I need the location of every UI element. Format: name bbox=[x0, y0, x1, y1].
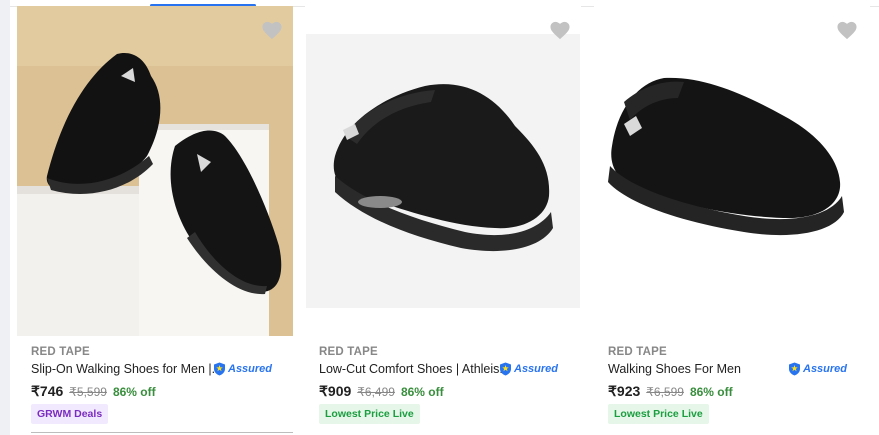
assured-badge: Assured bbox=[788, 362, 847, 376]
assured-badge: Assured bbox=[499, 362, 558, 376]
discount-label: 86% off bbox=[689, 385, 733, 399]
assured-badge: Assured bbox=[213, 362, 272, 376]
assured-label: Assured bbox=[514, 363, 559, 375]
product-image[interactable] bbox=[305, 6, 581, 336]
discount-label: 86% off bbox=[400, 385, 444, 399]
product-card[interactable]: RED TAPE Walking Shoes For Men Assured ₹… bbox=[594, 6, 879, 435]
original-price: ₹5,599 bbox=[69, 385, 107, 399]
heart-icon[interactable] bbox=[836, 20, 858, 40]
product-image[interactable] bbox=[594, 6, 870, 336]
selling-price: ₹746 bbox=[31, 383, 64, 399]
product-brand: RED TAPE bbox=[319, 346, 378, 358]
heart-icon[interactable] bbox=[261, 20, 283, 40]
card-underline bbox=[31, 432, 293, 433]
left-gutter bbox=[0, 0, 10, 435]
shield-icon bbox=[214, 362, 225, 376]
original-price: ₹6,499 bbox=[357, 385, 395, 399]
shield-icon bbox=[500, 362, 511, 376]
price-row: ₹923 ₹6,599 86% off bbox=[608, 383, 733, 400]
product-photo bbox=[305, 6, 581, 336]
product-card[interactable]: RED TAPE Low-Cut Comfort Shoes | Athleis… bbox=[305, 6, 590, 435]
product-title[interactable]: Low-Cut Comfort Shoes | Athleis... bbox=[319, 362, 510, 376]
selling-price: ₹909 bbox=[319, 383, 352, 399]
offer-badge: Lowest Price Live bbox=[608, 404, 709, 424]
product-title[interactable]: Slip-On Walking Shoes for Men |... bbox=[31, 362, 222, 376]
heart-icon[interactable] bbox=[549, 20, 571, 40]
offer-badge: GRWM Deals bbox=[31, 404, 109, 424]
assured-label: Assured bbox=[228, 363, 273, 375]
price-row: ₹909 ₹6,499 86% off bbox=[319, 383, 444, 400]
offer-badge: Lowest Price Live bbox=[319, 404, 420, 424]
product-brand: RED TAPE bbox=[31, 346, 90, 358]
shield-icon bbox=[789, 362, 800, 376]
product-brand: RED TAPE bbox=[608, 346, 667, 358]
product-photo bbox=[594, 6, 870, 336]
assured-label: Assured bbox=[803, 363, 848, 375]
product-photo bbox=[17, 6, 293, 336]
price-row: ₹746 ₹5,599 86% off bbox=[31, 383, 156, 400]
product-title[interactable]: Walking Shoes For Men bbox=[608, 362, 741, 376]
original-price: ₹6,599 bbox=[646, 385, 684, 399]
product-card[interactable]: RED TAPE Slip-On Walking Shoes for Men |… bbox=[17, 6, 302, 435]
discount-label: 86% off bbox=[112, 385, 156, 399]
product-image[interactable] bbox=[17, 6, 293, 336]
selling-price: ₹923 bbox=[608, 383, 641, 399]
